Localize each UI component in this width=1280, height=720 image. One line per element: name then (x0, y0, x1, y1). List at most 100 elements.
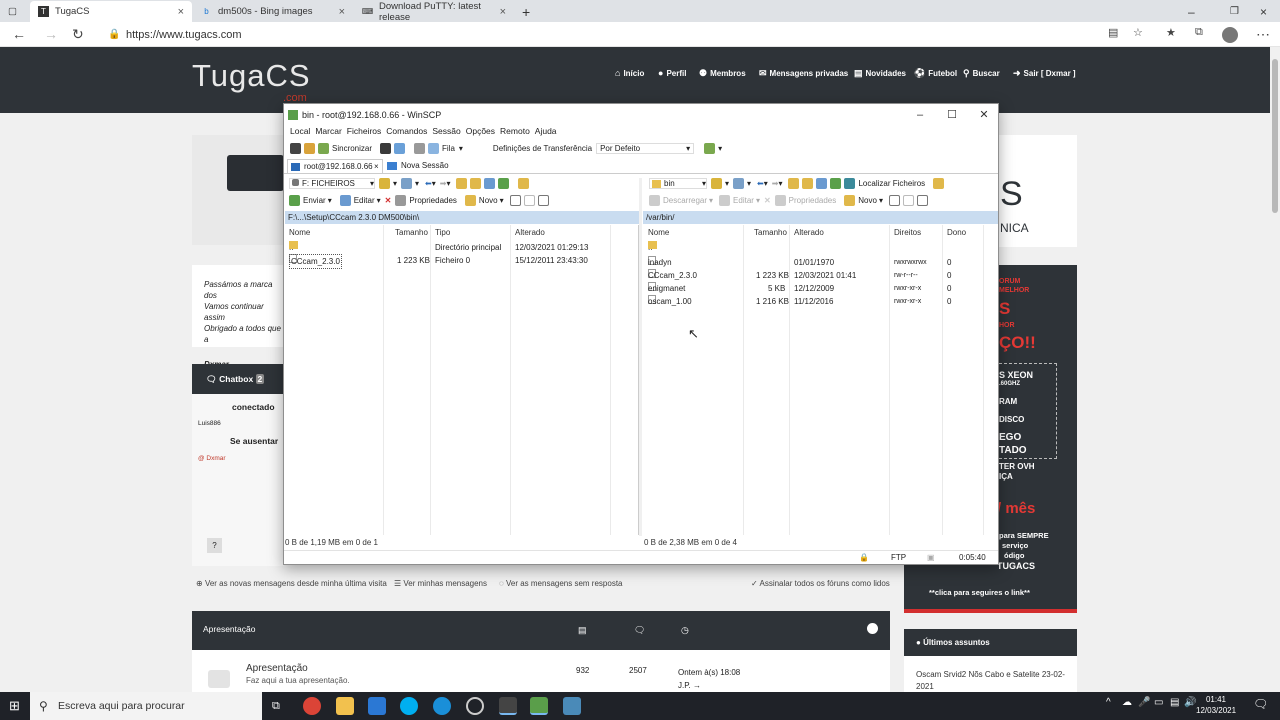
open-dir-icon[interactable] (379, 178, 390, 189)
profile-avatar[interactable] (1222, 27, 1238, 43)
new-button[interactable]: Novo (479, 196, 498, 205)
taskbar-search[interactable]: ⚲ Escreva aqui para procurar (30, 692, 262, 720)
find-files-button[interactable]: Localizar Ficheiros (858, 179, 925, 188)
collapse-icon[interactable] (867, 623, 878, 634)
minimize-icon[interactable]: – (1180, 1, 1203, 22)
edge-icon[interactable] (433, 697, 451, 715)
find-files-icon[interactable] (844, 178, 856, 189)
properties-button[interactable]: Propriedades (409, 196, 457, 205)
filter-select-icon[interactable] (537, 195, 549, 206)
mail-icon[interactable] (368, 697, 386, 715)
menu-sessao[interactable]: Sessão (432, 126, 460, 140)
back-icon[interactable]: ← (12, 26, 26, 42)
transfer-select[interactable]: Por Defeito ▾ (596, 143, 695, 154)
upload-icon[interactable] (289, 195, 300, 206)
remote-col-changed[interactable]: Alterado (794, 225, 824, 241)
remote-col-name[interactable]: Nome (648, 225, 669, 241)
putty-taskbar-icon[interactable] (563, 697, 581, 715)
nav-novidades[interactable]: ▤ Novidades (854, 68, 906, 79)
nav-buscar[interactable]: ⚲ Buscar (963, 68, 1000, 79)
reader-icon[interactable]: ▤ (1108, 26, 1118, 39)
local-col-changed[interactable]: Alterado (515, 225, 545, 241)
edit-button[interactable]: Editar (733, 196, 754, 205)
upload-button[interactable]: Enviar (303, 196, 326, 205)
properties-icon[interactable] (774, 195, 786, 206)
notifications-icon[interactable]: 🗨 (1253, 697, 1268, 711)
menu-ajuda[interactable]: Ajuda (535, 126, 557, 140)
queue-icon[interactable] (428, 143, 440, 154)
deselect-icon[interactable] (902, 195, 914, 206)
remote-col-size[interactable]: Tamanho (754, 225, 787, 241)
local-file-list[interactable]: Nome Tamanho Tipo Alterado .. Directório… (285, 225, 639, 535)
new-session-tab[interactable]: Nova Sessão (387, 161, 449, 170)
home-dir-icon[interactable] (484, 178, 496, 189)
table-row[interactable]: oscam_1.00 1 216 KB 11/12/2016 rwxr-xr-x… (643, 295, 998, 308)
local-col-type[interactable]: Tipo (435, 225, 450, 241)
refresh-dir-icon[interactable] (498, 178, 510, 189)
ad-link[interactable]: **clica para seguires o link** (929, 588, 1030, 597)
menu-comandos[interactable]: Comandos (386, 126, 427, 140)
session-tab[interactable]: root@192.168.0.66 × (287, 159, 383, 173)
transfer-settings-icon[interactable] (704, 143, 716, 154)
refresh-dir-icon[interactable] (830, 178, 842, 189)
close-tab-icon[interactable]: × (339, 6, 345, 18)
refresh-icon[interactable]: ↻ (72, 26, 84, 43)
table-row[interactable]: .. Directório principal 12/03/2021 01:29… (285, 241, 638, 254)
collections-icon[interactable]: ⧉ (1195, 26, 1203, 39)
winscp-minimize-icon[interactable]: – (904, 104, 936, 126)
sync-icon[interactable] (304, 143, 315, 154)
nav-membros[interactable]: ⚉ Membros (699, 68, 746, 79)
remote-col-rights[interactable]: Direitos (894, 225, 921, 241)
tree-icon[interactable] (518, 178, 530, 189)
section-title[interactable]: Apresentação (203, 624, 255, 634)
winscp-titlebar[interactable]: bin - root@192.168.0.66 - WinSCP – ☐ ✕ (284, 104, 998, 126)
tray-mic-icon[interactable]: 🎤 (1138, 697, 1150, 708)
favorites-bar-icon[interactable]: ★ (1166, 26, 1176, 39)
file-explorer-icon[interactable] (336, 697, 354, 715)
properties-icon[interactable] (395, 195, 407, 206)
winscp-close-icon[interactable]: ✕ (968, 104, 1000, 126)
filter-icon[interactable] (401, 178, 413, 189)
forum-title[interactable]: Apresentação (246, 663, 308, 674)
close-tab-icon[interactable]: × (500, 6, 506, 18)
tray-network-icon[interactable]: ▤ (1170, 697, 1179, 708)
menu-local[interactable]: Local (290, 126, 310, 140)
home-dir-icon[interactable] (816, 178, 828, 189)
close-session-icon[interactable]: × (374, 160, 379, 173)
dropdown-arrow-icon[interactable]: ▾ (459, 144, 463, 153)
remote-file-list[interactable]: Nome Tamanho Alterado Direitos Dono .. i… (643, 225, 998, 535)
app-icon[interactable] (499, 697, 517, 715)
new-icon[interactable] (464, 195, 476, 206)
menu-opcoes[interactable]: Opções (466, 126, 495, 140)
chat-user[interactable]: Luis886 (198, 420, 221, 427)
edit-icon[interactable] (719, 195, 731, 206)
settings-icon[interactable] (414, 143, 426, 154)
back-nav-icon[interactable]: ⬅ (757, 179, 764, 188)
remote-col-owner[interactable]: Dono (947, 225, 966, 241)
add-icon[interactable] (290, 143, 301, 154)
root-dir-icon[interactable] (802, 178, 814, 189)
away-button[interactable]: Se ausentar (230, 436, 278, 446)
remote-dir-select[interactable]: bin ▾ (649, 178, 707, 189)
forward-nav-icon[interactable]: ➡ (440, 179, 447, 188)
root-dir-icon[interactable] (470, 178, 482, 189)
nav-inicio[interactable]: ⌂ Início (615, 68, 644, 78)
menu-ficheiros[interactable]: Ficheiros (347, 126, 381, 140)
parent-dir-icon[interactable] (788, 178, 800, 189)
help-button[interactable]: ? (207, 538, 222, 553)
tray-cloud-icon[interactable]: ☁ (1122, 697, 1132, 708)
restore-icon[interactable]: ❐ (1222, 1, 1247, 22)
nav-mensagens[interactable]: ✉ Mensagens privadas (759, 68, 848, 79)
task-view-icon[interactable]: ⧉ (272, 700, 280, 713)
panel-splitter[interactable] (639, 178, 642, 536)
tray-volume-icon[interactable]: 🔊 (1184, 697, 1196, 708)
new-button[interactable]: Novo (858, 196, 877, 205)
link-new-since[interactable]: ⊕ Ver as novas mensagens desde minha últ… (196, 579, 387, 588)
skype-icon[interactable] (400, 697, 418, 715)
select-all-icon[interactable] (888, 195, 900, 206)
table-row[interactable]: CCcam_2.3.0 1 223 KB 12/03/2021 01:41 rw… (643, 269, 998, 282)
table-row[interactable]: inadyn 01/01/1970 rwxrwxrwx 0 (643, 256, 998, 269)
site-logo[interactable]: TugaCS (192, 58, 311, 94)
forum-last-user[interactable]: J.P. → (678, 681, 701, 690)
console-icon[interactable] (380, 143, 392, 154)
